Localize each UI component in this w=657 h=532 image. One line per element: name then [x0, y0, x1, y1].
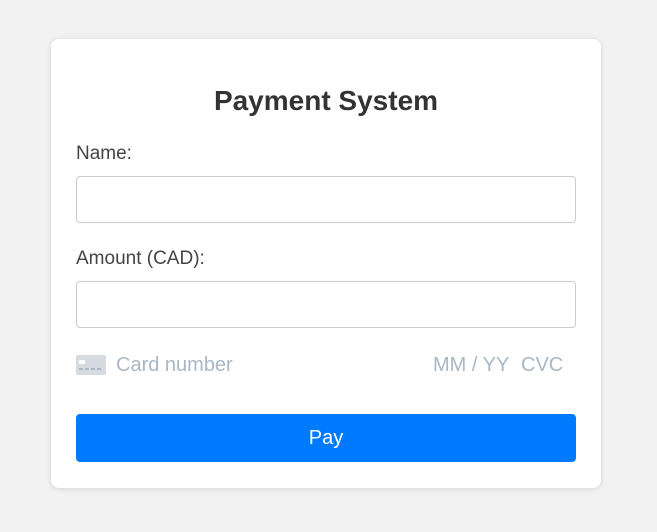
name-input[interactable]	[76, 176, 576, 223]
card-expiry-field[interactable]: MM / YY	[433, 353, 509, 377]
card-element[interactable]: Card number MM / YY CVC	[76, 352, 576, 378]
page-title: Payment System	[213, 85, 439, 116]
card-cvc-field[interactable]: CVC	[521, 353, 563, 377]
credit-card-icon	[76, 355, 106, 375]
amount-label: Amount (CAD):	[76, 248, 205, 269]
card-number-field[interactable]: Card number	[116, 353, 233, 377]
name-label: Name:	[76, 143, 132, 164]
payment-form-card: Payment System Name: Amount (CAD): Card …	[51, 39, 601, 488]
pay-button[interactable]: Pay	[76, 414, 576, 462]
amount-input[interactable]	[76, 281, 576, 328]
